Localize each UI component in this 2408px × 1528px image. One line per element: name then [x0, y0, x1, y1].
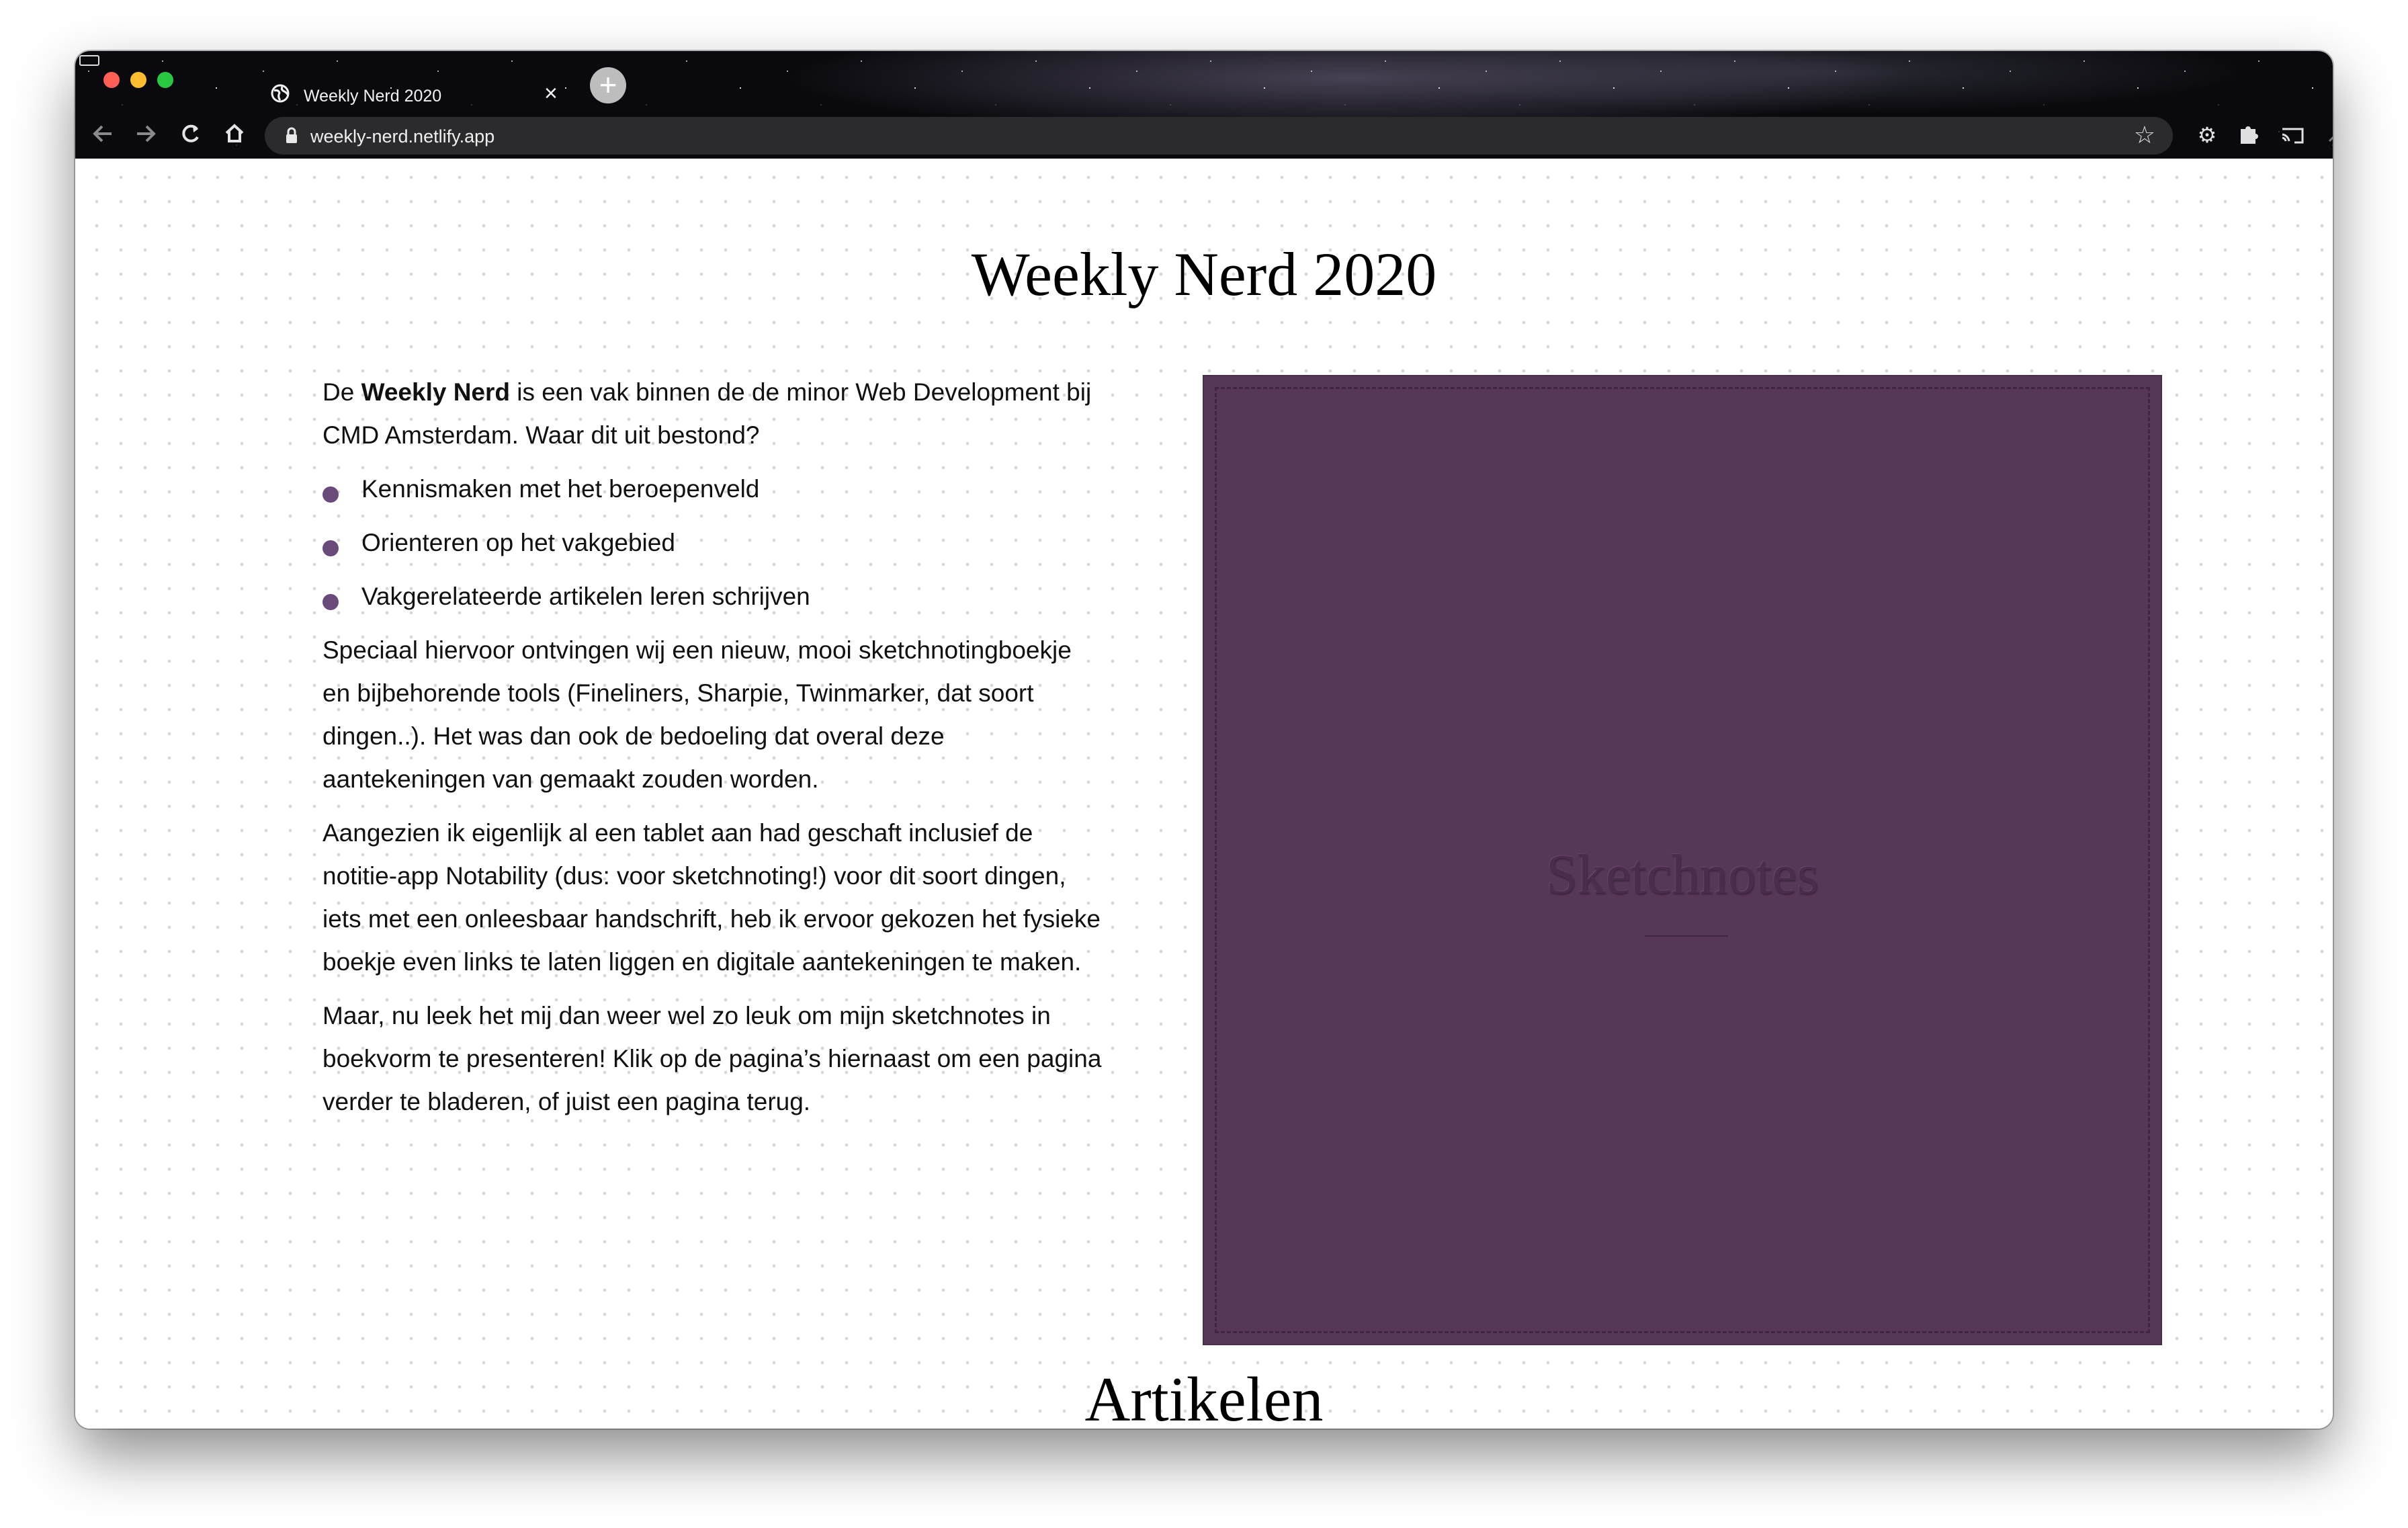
sync-icon[interactable] [2319, 118, 2333, 152]
puzzle-icon[interactable] [2232, 118, 2266, 152]
bullet-icon [322, 594, 339, 610]
window-indicator-icon [79, 55, 99, 66]
list-item: Kennismaken met het beroepenveld [322, 468, 1102, 511]
section-title-articles: Artikelen [1084, 1365, 1324, 1429]
book-title: Sketchnotes [1546, 843, 1819, 906]
browser-toolbar: weekly-nerd.netlify.app ☆ ⚙ ↑ [75, 110, 2333, 159]
gear-icon[interactable]: ⚙ [2190, 118, 2224, 152]
paragraph: Maar, nu leek het mij dan weer wel zo le… [322, 1002, 1102, 1115]
intro-paragraph: De Weekly Nerd is een vak binnen de de m… [322, 371, 1102, 457]
tab-title: Weekly Nerd 2020 [304, 87, 442, 105]
cast-icon[interactable] [2276, 118, 2310, 152]
intro-text: De Weekly Nerd is een vak binnen de de m… [322, 371, 1102, 1134]
maximize-window-button[interactable] [157, 72, 173, 88]
goals-list: Kennismaken met het beroepenveld Oriente… [322, 468, 1102, 618]
browser-tab[interactable]: Weekly Nerd 2020 × [189, 63, 580, 105]
intro-prefix: De [322, 378, 361, 406]
paragraph: Speciaal hiervoor ontvingen wij een nieu… [322, 636, 1072, 793]
url-text: weekly-nerd.netlify.app [310, 126, 495, 146]
list-item: Orienteren op het vakgebied [322, 521, 1102, 564]
new-tab-button[interactable]: + [590, 67, 626, 103]
forward-arrow-icon[interactable] [129, 117, 163, 151]
browser-chrome: Weekly Nerd 2020 × + weekly-nerd.netlify… [75, 51, 2333, 159]
globe-icon [270, 83, 290, 107]
address-bar[interactable]: weekly-nerd.netlify.app ☆ [265, 117, 2173, 155]
back-arrow-icon[interactable] [86, 117, 120, 151]
home-icon[interactable] [218, 117, 251, 151]
close-window-button[interactable] [103, 72, 120, 88]
page-title: Weekly Nerd 2020 [971, 240, 1437, 308]
star-icon[interactable]: ☆ [2134, 121, 2155, 149]
sketchnotes-book-cover[interactable]: Sketchnotes [1204, 376, 2161, 1344]
web-page: Weekly Nerd 2020 De Weekly Nerd is een v… [75, 159, 2333, 1429]
list-item: Vakgerelateerde artikelen leren schrijve… [322, 575, 1102, 618]
browser-window: Weekly Nerd 2020 × + weekly-nerd.netlify… [75, 51, 2333, 1429]
book-title-rule [1645, 935, 1728, 937]
bullet-icon [322, 486, 339, 503]
paragraph: Aangezien ik eigenlijk al een tablet aan… [322, 819, 1101, 976]
list-item-text: Orienteren op het vakgebied [361, 529, 675, 556]
lock-icon [285, 127, 298, 144]
reload-icon[interactable] [173, 117, 207, 151]
bullet-icon [322, 540, 339, 556]
desktop-background: Weekly Nerd 2020 × + weekly-nerd.netlify… [0, 0, 2408, 1528]
weekly-nerd-bold: Weekly Nerd [361, 378, 510, 406]
close-tab-icon[interactable]: × [544, 82, 558, 105]
minimize-window-button[interactable] [130, 72, 146, 88]
list-item-text: Kennismaken met het beroepenveld [361, 475, 760, 503]
list-item-text: Vakgerelateerde artikelen leren schrijve… [361, 583, 810, 610]
